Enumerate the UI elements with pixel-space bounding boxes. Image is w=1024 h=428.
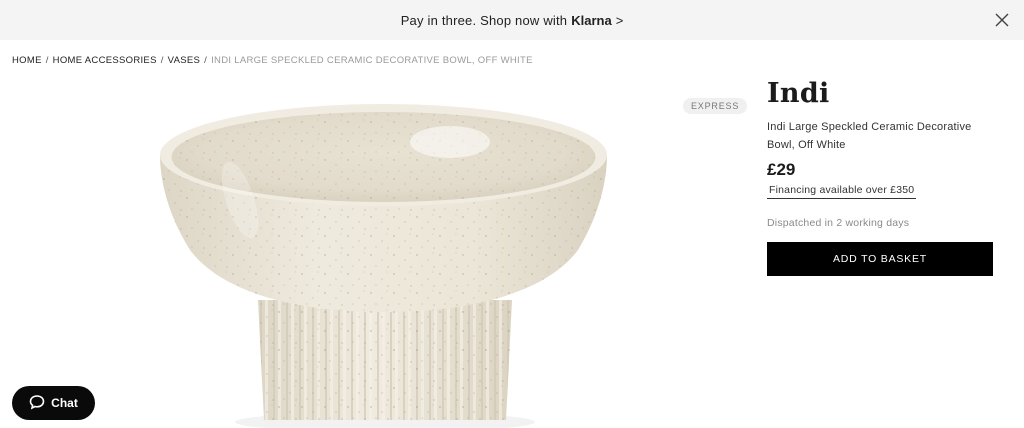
product-image [160, 104, 607, 428]
product-price: £29 [767, 160, 796, 179]
chat-button[interactable]: Chat [12, 386, 95, 420]
promo-banner[interactable]: Pay in three. Shop now with Klarna > [0, 0, 1024, 40]
breadcrumb-separator: / [160, 55, 164, 66]
chat-bubble-icon [29, 394, 45, 413]
promo-arrow: > [615, 12, 624, 28]
financing-link[interactable]: Financing available over £350 [767, 184, 917, 199]
add-to-basket-button[interactable]: ADD TO BASKET [767, 242, 993, 276]
dispatch-info: Dispatched in 2 working days [767, 217, 910, 229]
product-image-gallery[interactable] [0, 80, 760, 428]
breadcrumb-vases[interactable]: VASES [168, 55, 200, 66]
breadcrumb-separator: / [204, 55, 208, 66]
chat-label: Chat [51, 396, 78, 410]
breadcrumb-separator: / [45, 55, 49, 66]
breadcrumb-home-accessories[interactable]: HOME ACCESSORIES [53, 55, 157, 66]
breadcrumb-current: INDI LARGE SPECKLED CERAMIC DECORATIVE B… [211, 55, 533, 66]
close-icon[interactable] [994, 12, 1010, 28]
product-details: Indi Indi Large Speckled Ceramic Decorat… [767, 78, 993, 276]
product-brand[interactable]: Indi [767, 78, 993, 109]
express-badge: EXPRESS [683, 98, 748, 114]
product-title: Indi Large Speckled Ceramic Decorative B… [767, 121, 972, 151]
breadcrumb-home[interactable]: HOME [12, 55, 42, 66]
breadcrumb: HOME / HOME ACCESSORIES / VASES / INDI L… [12, 55, 533, 66]
promo-text: Pay in three. Shop now with [400, 12, 568, 28]
promo-brand-link[interactable]: Klarna [571, 13, 611, 28]
